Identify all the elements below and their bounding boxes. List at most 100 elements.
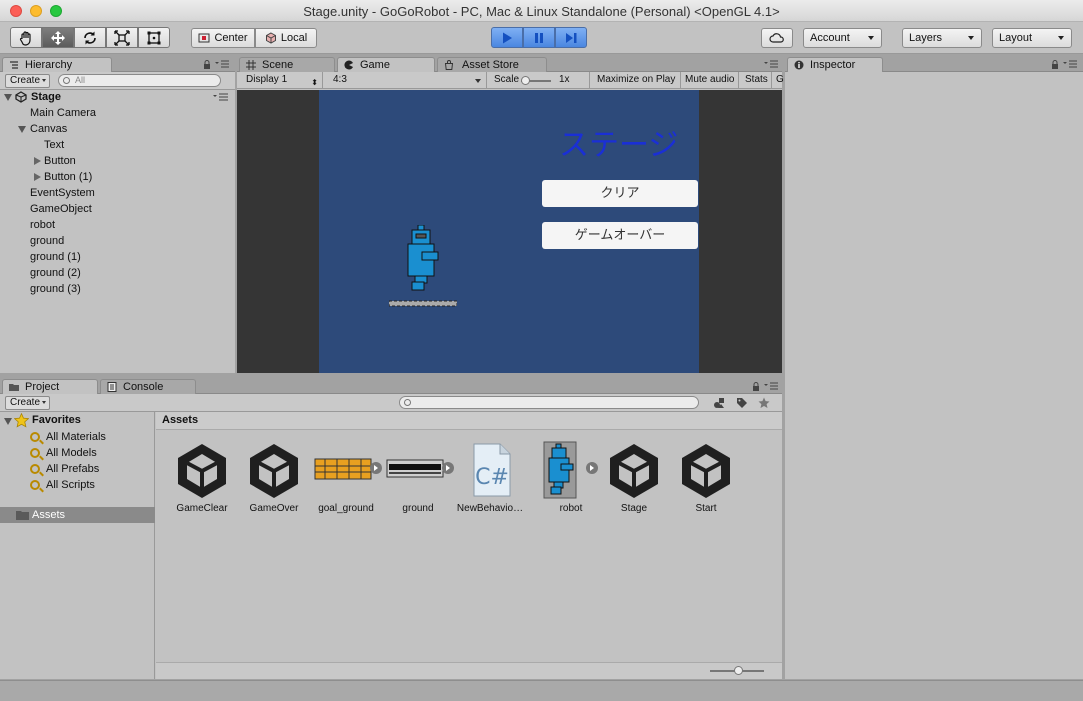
gameover-button[interactable]: ゲームオーバー bbox=[542, 222, 698, 249]
aspect-dropdown[interactable]: 4:3 bbox=[328, 72, 487, 89]
hierarchy-item-gameobject[interactable]: GameObject bbox=[30, 201, 92, 217]
hierarchy-item-robot[interactable]: robot bbox=[30, 217, 55, 233]
scale-value: 1x bbox=[559, 74, 570, 85]
scene-root-row[interactable]: Stage bbox=[0, 89, 235, 105]
pause-icon bbox=[535, 32, 543, 43]
panel-menu-icon[interactable] bbox=[215, 60, 229, 68]
hierarchy-item-button-1[interactable]: Button (1) bbox=[44, 169, 92, 185]
layers-label: Layers bbox=[909, 32, 943, 44]
tab-project[interactable]: Project bbox=[2, 379, 98, 394]
tab-hierarchy[interactable]: Hierarchy bbox=[2, 57, 112, 72]
robot-sprite[interactable] bbox=[405, 225, 449, 301]
layout-dropdown[interactable]: Layout bbox=[992, 28, 1072, 48]
project-create-button[interactable]: Create bbox=[5, 396, 50, 410]
ground-sprite[interactable] bbox=[389, 300, 457, 308]
inspector-tab-strip: Inspector bbox=[785, 55, 1083, 72]
expand-arrow-icon[interactable] bbox=[4, 418, 12, 425]
hierarchy-item-text[interactable]: Text bbox=[44, 137, 64, 153]
play-button[interactable] bbox=[491, 27, 523, 48]
panel-menu-icon[interactable] bbox=[1063, 60, 1077, 68]
asset-item-gameover[interactable]: GameOver bbox=[241, 440, 307, 520]
zoom-slider-thumb[interactable] bbox=[734, 666, 743, 675]
favorites-label[interactable]: Favorites bbox=[32, 412, 81, 429]
tab-console[interactable]: Console bbox=[100, 379, 196, 394]
label-tag-icon[interactable] bbox=[736, 397, 748, 409]
expand-arrow-icon[interactable] bbox=[4, 94, 12, 101]
lock-icon[interactable] bbox=[752, 382, 760, 391]
asset-item-ground[interactable]: ground bbox=[385, 440, 454, 520]
asset-item-goal-ground[interactable]: goal_ground bbox=[313, 440, 382, 520]
scale-tool-button[interactable] bbox=[106, 27, 138, 48]
collapse-arrow-icon[interactable] bbox=[34, 157, 41, 165]
collab-cloud-button[interactable] bbox=[761, 28, 793, 48]
assets-folder-row[interactable]: Assets bbox=[0, 507, 155, 523]
stage-title-text: ステージ bbox=[559, 128, 679, 163]
game-canvas[interactable]: ステージ クリア ゲームオーバー bbox=[319, 90, 699, 373]
hierarchy-create-button[interactable]: Create bbox=[5, 74, 50, 88]
create-label: Create bbox=[10, 397, 41, 408]
hierarchy-item-canvas[interactable]: Canvas bbox=[30, 121, 67, 137]
hierarchy-item-main-camera[interactable]: Main Camera bbox=[30, 105, 96, 121]
favorite-all-models[interactable]: All Models bbox=[30, 445, 97, 461]
collapse-arrow-icon[interactable] bbox=[34, 173, 41, 181]
aspect-label: 4:3 bbox=[333, 74, 347, 85]
asset-item-start[interactable]: Start bbox=[673, 440, 739, 520]
stats-toggle[interactable]: Stats bbox=[740, 72, 772, 89]
create-label: Create bbox=[10, 75, 41, 86]
expand-arrow-icon[interactable] bbox=[18, 126, 26, 133]
favorite-star-icon[interactable] bbox=[758, 397, 770, 409]
step-button[interactable] bbox=[555, 27, 587, 48]
lock-icon[interactable] bbox=[203, 60, 211, 69]
hierarchy-item-ground-1[interactable]: ground (1) bbox=[30, 249, 81, 265]
rect-tool-button[interactable] bbox=[138, 27, 170, 48]
tab-scene[interactable]: Scene bbox=[239, 57, 335, 72]
hierarchy-item-ground[interactable]: ground bbox=[30, 233, 64, 249]
favorite-all-prefabs[interactable]: All Prefabs bbox=[30, 461, 99, 477]
asset-label: ground bbox=[402, 503, 434, 514]
tab-scene-label: Scene bbox=[262, 59, 294, 71]
game-viewport: ステージ クリア ゲームオーバー bbox=[237, 90, 782, 373]
hierarchy-search-input[interactable]: All bbox=[58, 74, 221, 87]
asset-item-newbehaviour[interactable]: C# NewBehavio… bbox=[457, 440, 523, 520]
pivot-local-button[interactable]: Local bbox=[255, 28, 317, 48]
layers-dropdown[interactable]: Layers bbox=[902, 28, 982, 48]
scale-slider-thumb[interactable] bbox=[521, 76, 530, 85]
play-icon bbox=[503, 32, 512, 43]
unity-scene-icon bbox=[15, 91, 27, 103]
chevron-down-icon bbox=[968, 36, 974, 40]
mute-audio-toggle[interactable]: Mute audio bbox=[680, 72, 739, 89]
asset-item-stage[interactable]: Stage bbox=[601, 440, 667, 520]
pivot-center-button[interactable]: Center bbox=[191, 28, 255, 48]
display-dropdown[interactable]: Display 1 ⬍ bbox=[241, 72, 323, 89]
hand-tool-button[interactable] bbox=[10, 27, 42, 48]
hierarchy-item-eventsystem[interactable]: EventSystem bbox=[30, 185, 95, 201]
hierarchy-item-ground-2[interactable]: ground (2) bbox=[30, 265, 81, 281]
favorite-all-scripts[interactable]: All Scripts bbox=[30, 477, 95, 493]
filter-by-type-icon[interactable] bbox=[713, 397, 726, 409]
chevron-down-icon bbox=[42, 401, 46, 404]
lock-icon[interactable] bbox=[1051, 60, 1059, 69]
maximize-on-play-toggle[interactable]: Maximize on Play bbox=[592, 72, 681, 89]
project-footer bbox=[156, 662, 782, 679]
tab-inspector[interactable]: Inspector bbox=[787, 57, 883, 72]
project-search-input[interactable] bbox=[399, 396, 699, 409]
favorite-all-materials[interactable]: All Materials bbox=[30, 429, 106, 445]
account-dropdown[interactable]: Account bbox=[803, 28, 882, 48]
panel-menu-icon[interactable] bbox=[764, 60, 778, 68]
hierarchy-item-ground-3[interactable]: ground (3) bbox=[30, 281, 81, 297]
scene-menu-icon[interactable] bbox=[213, 93, 229, 101]
asset-item-robot[interactable]: robot bbox=[541, 440, 601, 520]
breadcrumb-assets[interactable]: Assets bbox=[162, 414, 198, 426]
asset-item-gameclear[interactable]: GameClear bbox=[169, 440, 235, 520]
unity-scene-icon bbox=[682, 444, 730, 498]
rotate-tool-button[interactable] bbox=[74, 27, 106, 48]
pause-button[interactable] bbox=[523, 27, 555, 48]
panel-menu-icon[interactable] bbox=[764, 382, 778, 390]
clear-button[interactable]: クリア bbox=[542, 180, 698, 207]
project-tab-strip: Project Console bbox=[0, 377, 782, 394]
tab-game[interactable]: Game bbox=[337, 57, 435, 72]
hierarchy-item-button[interactable]: Button bbox=[44, 153, 76, 169]
tab-asset-store[interactable]: Asset Store bbox=[437, 57, 547, 72]
move-tool-button[interactable] bbox=[42, 27, 74, 48]
gizmos-toggle-clipped[interactable]: G bbox=[772, 72, 784, 89]
